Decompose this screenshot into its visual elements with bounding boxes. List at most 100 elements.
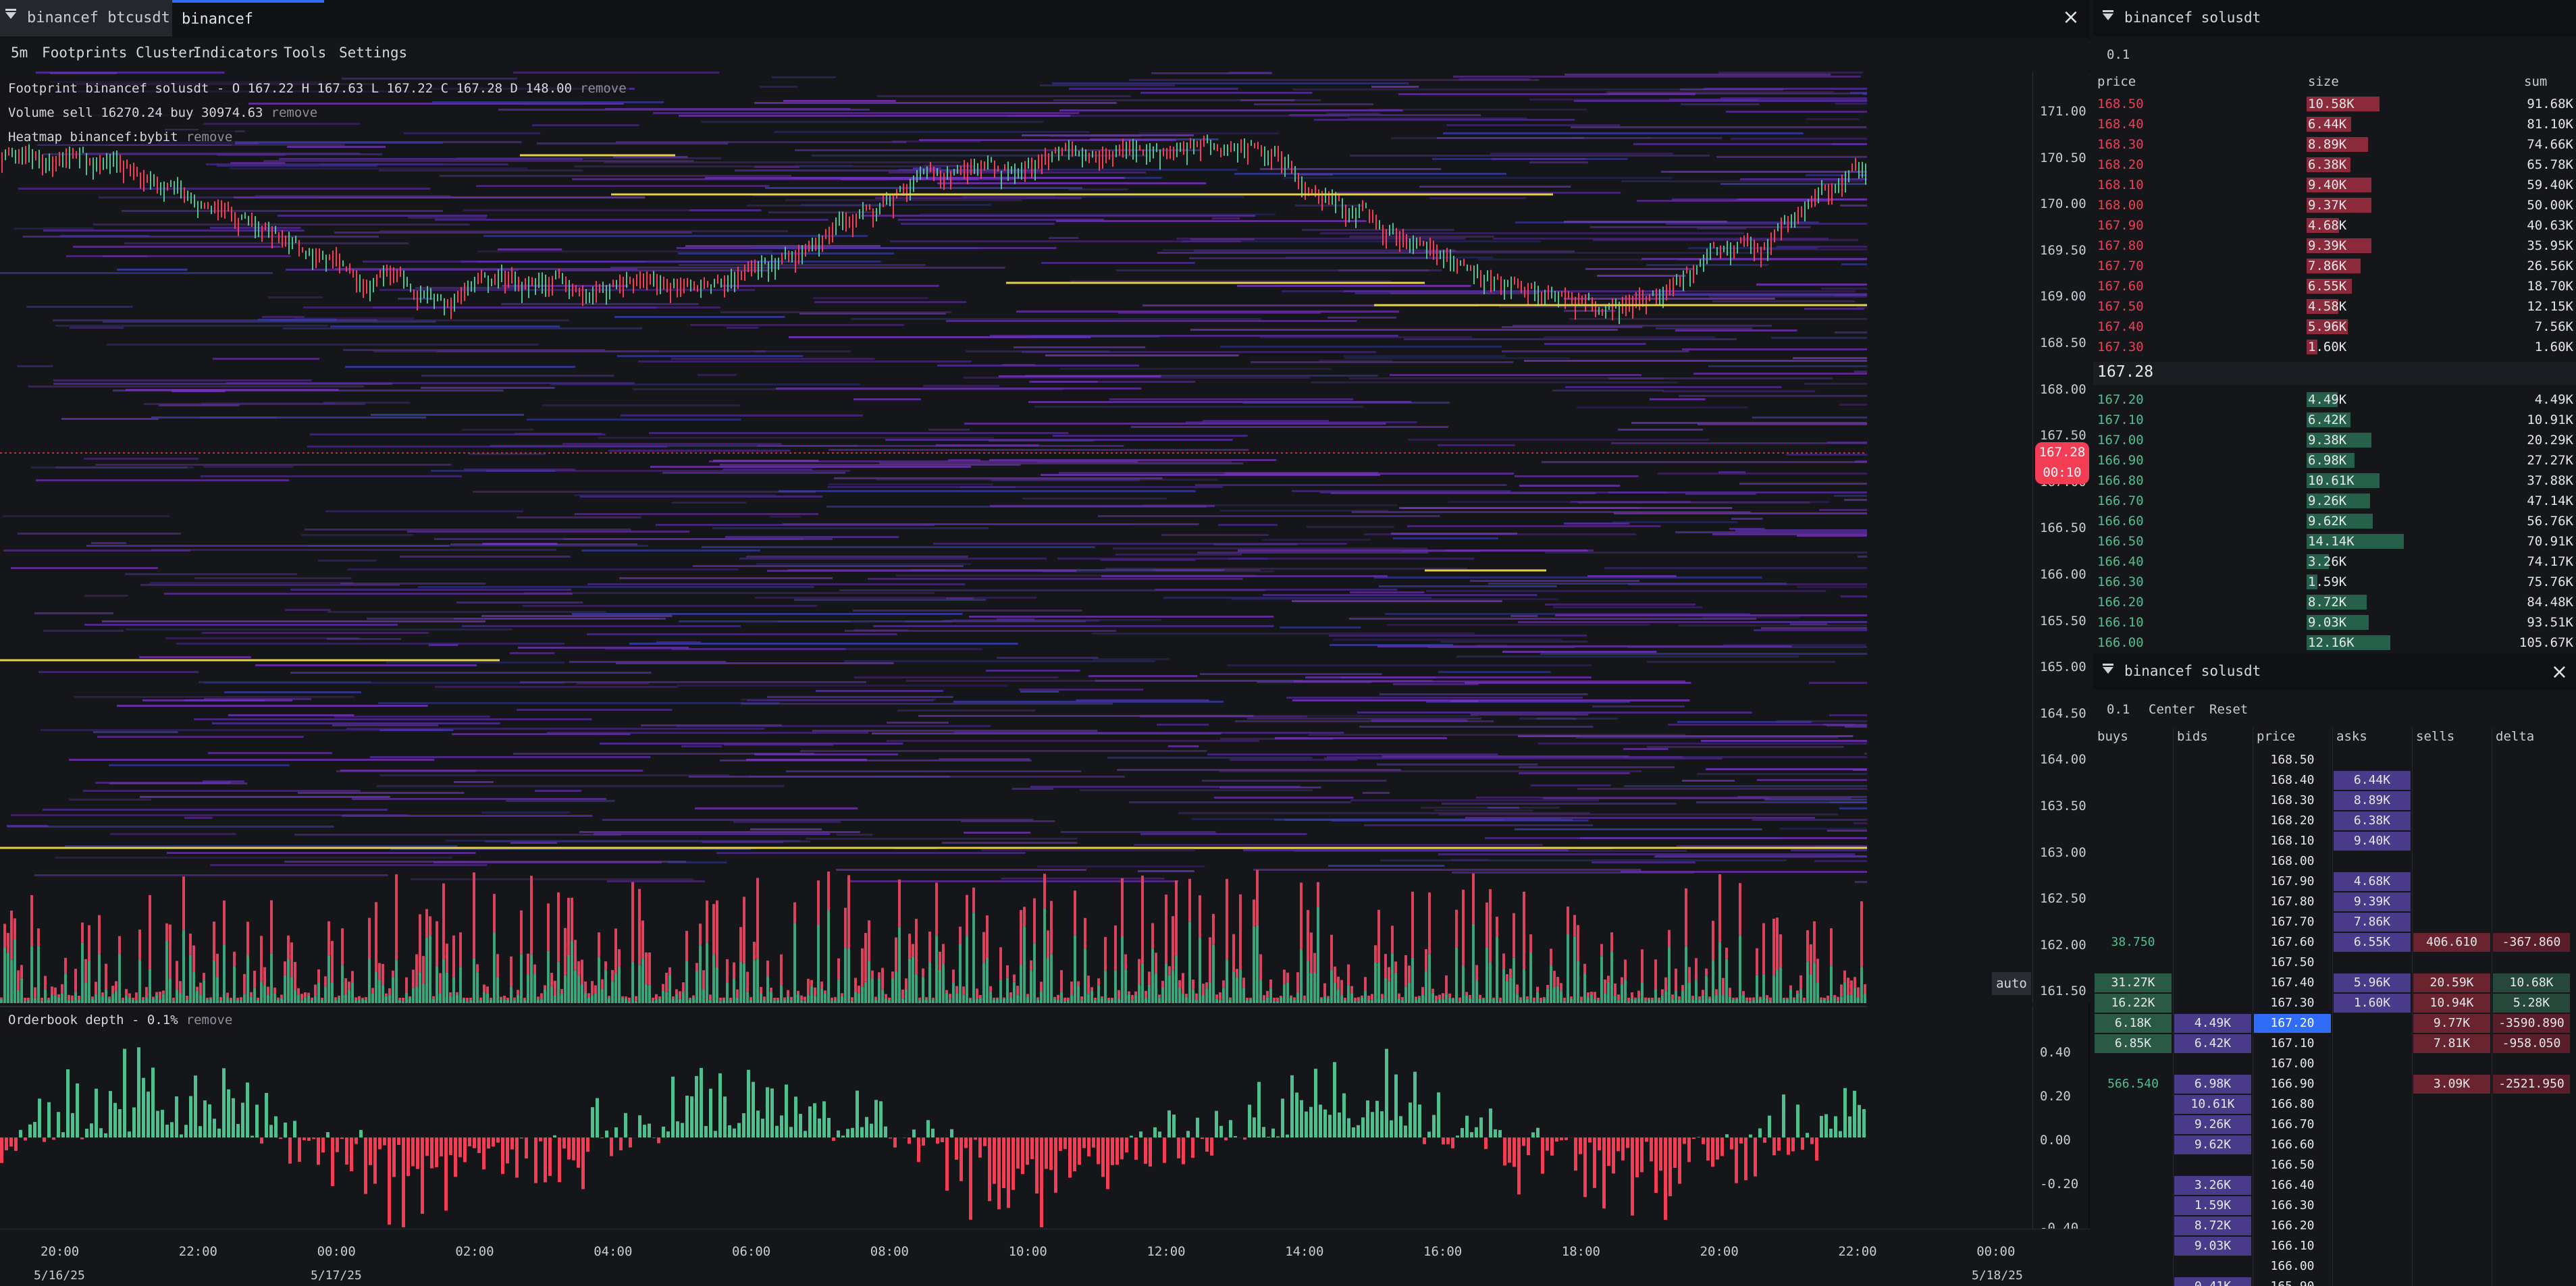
buys-cell[interactable]: 16.22K <box>2095 994 2172 1013</box>
sells-cell[interactable]: 10.94K <box>2413 994 2490 1013</box>
price-cell[interactable]: 167.90 <box>2254 872 2331 891</box>
delta-cell[interactable] <box>2493 953 2570 972</box>
buys-cell[interactable] <box>2095 1135 2172 1154</box>
buys-cell[interactable]: 38.750 <box>2095 933 2172 952</box>
bids-cell[interactable] <box>2174 771 2251 790</box>
delta-cell[interactable] <box>2493 1237 2570 1256</box>
buys-cell[interactable] <box>2095 1156 2172 1175</box>
sells-cell[interactable] <box>2413 1237 2490 1256</box>
sells-cell[interactable] <box>2413 852 2490 871</box>
delta-cell[interactable] <box>2493 811 2570 830</box>
bids-cell[interactable]: 6.98K <box>2174 1075 2251 1094</box>
price-cell[interactable]: 167.40 <box>2254 973 2331 992</box>
ask-row[interactable]: 168.00 9.37K 50.00K <box>2093 195 2576 215</box>
bids-cell[interactable] <box>2174 872 2251 891</box>
chart-type-button[interactable]: Footprints Cluster <box>42 45 196 61</box>
price-cell[interactable]: 166.50 <box>2254 1156 2331 1175</box>
bids-cell[interactable]: 9.03K <box>2174 1237 2251 1256</box>
delta-cell[interactable] <box>2493 1115 2570 1134</box>
tab-solusdt[interactable]: binancef solusdt <box>172 0 324 61</box>
ask-row[interactable]: 168.40 6.44K 81.10K <box>2093 114 2576 134</box>
bid-row[interactable]: 166.20 8.72K 84.48K <box>2093 592 2576 612</box>
bid-row[interactable]: 166.80 10.61K 37.88K <box>2093 471 2576 491</box>
asks-cell[interactable] <box>2334 1075 2411 1094</box>
sells-cell[interactable]: 406.610 <box>2413 933 2490 952</box>
settings-button[interactable]: Settings <box>339 45 407 61</box>
price-cell[interactable]: 166.10 <box>2254 1237 2331 1256</box>
asks-cell[interactable]: 7.86K <box>2334 913 2411 932</box>
delta-cell[interactable] <box>2493 1196 2570 1215</box>
close-icon[interactable]: × <box>2061 7 2080 28</box>
buys-cell[interactable] <box>2095 1115 2172 1134</box>
bids-cell[interactable] <box>2174 1257 2251 1276</box>
price-cell[interactable]: 167.20 <box>2254 1014 2331 1033</box>
asks-cell[interactable]: 9.39K <box>2334 892 2411 911</box>
bid-row[interactable]: 166.90 6.98K 27.27K <box>2093 450 2576 471</box>
depth-axis[interactable]: 0.40 0.20 0.00 -0.20 -0.40 <box>2032 1006 2090 1235</box>
tick-size-selector[interactable]: 0.1 <box>2107 47 2130 62</box>
bids-cell[interactable] <box>2174 751 2251 770</box>
sells-cell[interactable] <box>2413 1054 2490 1073</box>
bids-cell[interactable]: 8.72K <box>2174 1216 2251 1235</box>
asks-cell[interactable]: 5.96K <box>2334 973 2411 992</box>
price-cell[interactable]: 165.90 <box>2254 1277 2331 1286</box>
price-cell[interactable]: 166.90 <box>2254 1075 2331 1094</box>
asks-cell[interactable]: 6.55K <box>2334 933 2411 952</box>
asks-cell[interactable] <box>2334 1034 2411 1053</box>
asks-cell[interactable]: 6.38K <box>2334 811 2411 830</box>
buys-cell[interactable] <box>2095 1216 2172 1235</box>
ask-row[interactable]: 168.50 10.58K 91.68K <box>2093 94 2576 114</box>
sells-cell[interactable] <box>2413 953 2490 972</box>
bids-cell[interactable] <box>2174 994 2251 1013</box>
sells-cell[interactable]: 3.09K <box>2413 1075 2490 1094</box>
sells-cell[interactable] <box>2413 771 2490 790</box>
price-cell[interactable]: 167.00 <box>2254 1054 2331 1073</box>
price-cell[interactable]: 166.60 <box>2254 1135 2331 1154</box>
bids-cell[interactable]: 10.61K <box>2174 1095 2251 1114</box>
sells-cell[interactable] <box>2413 1277 2490 1286</box>
price-cell[interactable]: 168.30 <box>2254 791 2331 810</box>
delta-cell[interactable]: -3590.890 <box>2493 1014 2570 1033</box>
price-cell[interactable]: 167.70 <box>2254 913 2331 932</box>
sells-cell[interactable] <box>2413 1115 2490 1134</box>
delta-cell[interactable] <box>2493 1277 2570 1286</box>
price-cell[interactable]: 166.70 <box>2254 1115 2331 1134</box>
buys-cell[interactable] <box>2095 771 2172 790</box>
asks-cell[interactable] <box>2334 1277 2411 1286</box>
asks-cell[interactable] <box>2334 1196 2411 1215</box>
delta-cell[interactable]: -2521.950 <box>2493 1075 2570 1094</box>
asks-cell[interactable] <box>2334 751 2411 770</box>
ask-row[interactable]: 167.30 1.60K 1.60K <box>2093 337 2576 357</box>
price-cell[interactable]: 168.40 <box>2254 771 2331 790</box>
center-button[interactable]: Center <box>2149 702 2195 717</box>
bids-cell[interactable] <box>2174 892 2251 911</box>
time-axis[interactable]: 20:00 22:00 00:00 02:00 04:00 06:00 08:00 10:00… <box>0 1229 2090 1286</box>
asks-cell[interactable] <box>2334 1176 2411 1195</box>
buys-cell[interactable] <box>2095 1237 2172 1256</box>
bids-cell[interactable] <box>2174 832 2251 851</box>
ask-row[interactable]: 167.50 4.58K 12.15K <box>2093 296 2576 317</box>
bids-cell[interactable]: 4.49K <box>2174 1014 2251 1033</box>
tab-btcusdt[interactable]: binancef btcusdt <box>0 0 172 36</box>
asks-cell[interactable] <box>2334 1216 2411 1235</box>
price-cell[interactable]: 168.50 <box>2254 751 2331 770</box>
auto-scale-button[interactable]: auto <box>1992 972 2031 995</box>
bid-row[interactable]: 166.40 3.26K 74.17K <box>2093 552 2576 572</box>
bid-row[interactable]: 167.20 4.49K 4.49K <box>2093 390 2576 410</box>
buys-cell[interactable]: 6.18K <box>2095 1014 2172 1033</box>
price-cell[interactable]: 166.40 <box>2254 1176 2331 1195</box>
bid-row[interactable]: 166.00 12.16K 105.67K <box>2093 633 2576 653</box>
buys-cell[interactable]: 6.85K <box>2095 1034 2172 1053</box>
ask-row[interactable]: 167.40 5.96K 7.56K <box>2093 317 2576 337</box>
remove-volume-button[interactable]: remove <box>271 105 318 120</box>
sells-cell[interactable] <box>2413 832 2490 851</box>
remove-footprint-button[interactable]: remove <box>580 81 627 96</box>
sells-cell[interactable] <box>2413 1257 2490 1276</box>
ladder-tick-selector[interactable]: 0.1 <box>2107 702 2130 717</box>
delta-cell[interactable] <box>2493 1054 2570 1073</box>
buys-cell[interactable] <box>2095 1095 2172 1114</box>
delta-cell[interactable] <box>2493 1095 2570 1114</box>
price-cell[interactable]: 167.10 <box>2254 1034 2331 1053</box>
bid-row[interactable]: 166.70 9.26K 47.14K <box>2093 491 2576 511</box>
price-chart[interactable] <box>0 72 1867 1003</box>
